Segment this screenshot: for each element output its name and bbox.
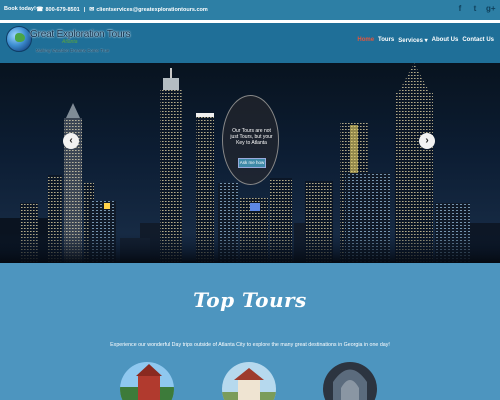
social-links: f t g+: [456, 4, 496, 13]
nav-item-about-us[interactable]: About Us: [432, 37, 459, 44]
envelope-icon: ✉: [89, 7, 95, 13]
email-link[interactable]: clientservices@greatexplorationtours.com: [96, 7, 207, 13]
globe-logo-icon[interactable]: [6, 26, 32, 52]
contact-info: ☎ 800-679-8501 | ✉ clientservices@greate…: [36, 6, 208, 14]
hero-callout-text: Our Tours are not just Tours, but your K…: [230, 128, 273, 146]
nav-menu: Home Tours Services ▾ About Us Contact U…: [357, 37, 494, 44]
facebook-icon[interactable]: f: [456, 4, 464, 13]
nav-item-tours[interactable]: Tours: [378, 37, 394, 44]
twitter-icon[interactable]: t: [471, 4, 479, 13]
slider-next-arrow[interactable]: ›: [419, 133, 435, 149]
phone-icon: ☎: [36, 7, 44, 13]
brand-logo[interactable]: Great Exploration Tours Atlanta Making V…: [30, 29, 131, 53]
nav-item-home[interactable]: Home: [357, 37, 374, 44]
top-contact-bar: Book today! ☎ 800-679-8501 | ✉ clientser…: [0, 0, 500, 20]
main-navbar: Great Exploration Tours Atlanta Making V…: [0, 23, 500, 63]
google-plus-icon[interactable]: g+: [486, 4, 496, 13]
nav-item-contact-us[interactable]: Contact Us: [462, 37, 494, 44]
ask-me-how-button[interactable]: Ask me how: [238, 158, 266, 168]
phone-number[interactable]: 800-679-8501: [45, 7, 79, 13]
tour-image-1[interactable]: [120, 362, 174, 400]
nav-item-services[interactable]: Services ▾: [398, 37, 427, 44]
nav-item-services-label: Services: [398, 38, 423, 44]
chevron-down-icon: ▾: [424, 38, 428, 44]
brand-subtitle: Atlanta: [62, 39, 78, 45]
section-heading: Top Tours: [193, 288, 307, 312]
brand-tagline: Making Vacation Dreams Come True: [36, 48, 110, 53]
slider-prev-arrow[interactable]: ‹: [63, 133, 79, 149]
book-today-label: Book today!: [4, 6, 36, 12]
top-tours-section: Top Tours Experience our wonderful Day t…: [0, 263, 500, 400]
separator: |: [83, 6, 86, 13]
tour-image-2[interactable]: [222, 362, 276, 400]
tour-image-3[interactable]: [323, 362, 377, 400]
brand-name: Great Exploration Tours: [30, 29, 131, 40]
section-description: Experience our wonderful Day trips outsi…: [110, 342, 390, 348]
hero-callout: Our Tours are not just Tours, but your K…: [222, 95, 279, 185]
hero-slider: ‹ › Our Tours are not just Tours, but yo…: [0, 63, 500, 263]
